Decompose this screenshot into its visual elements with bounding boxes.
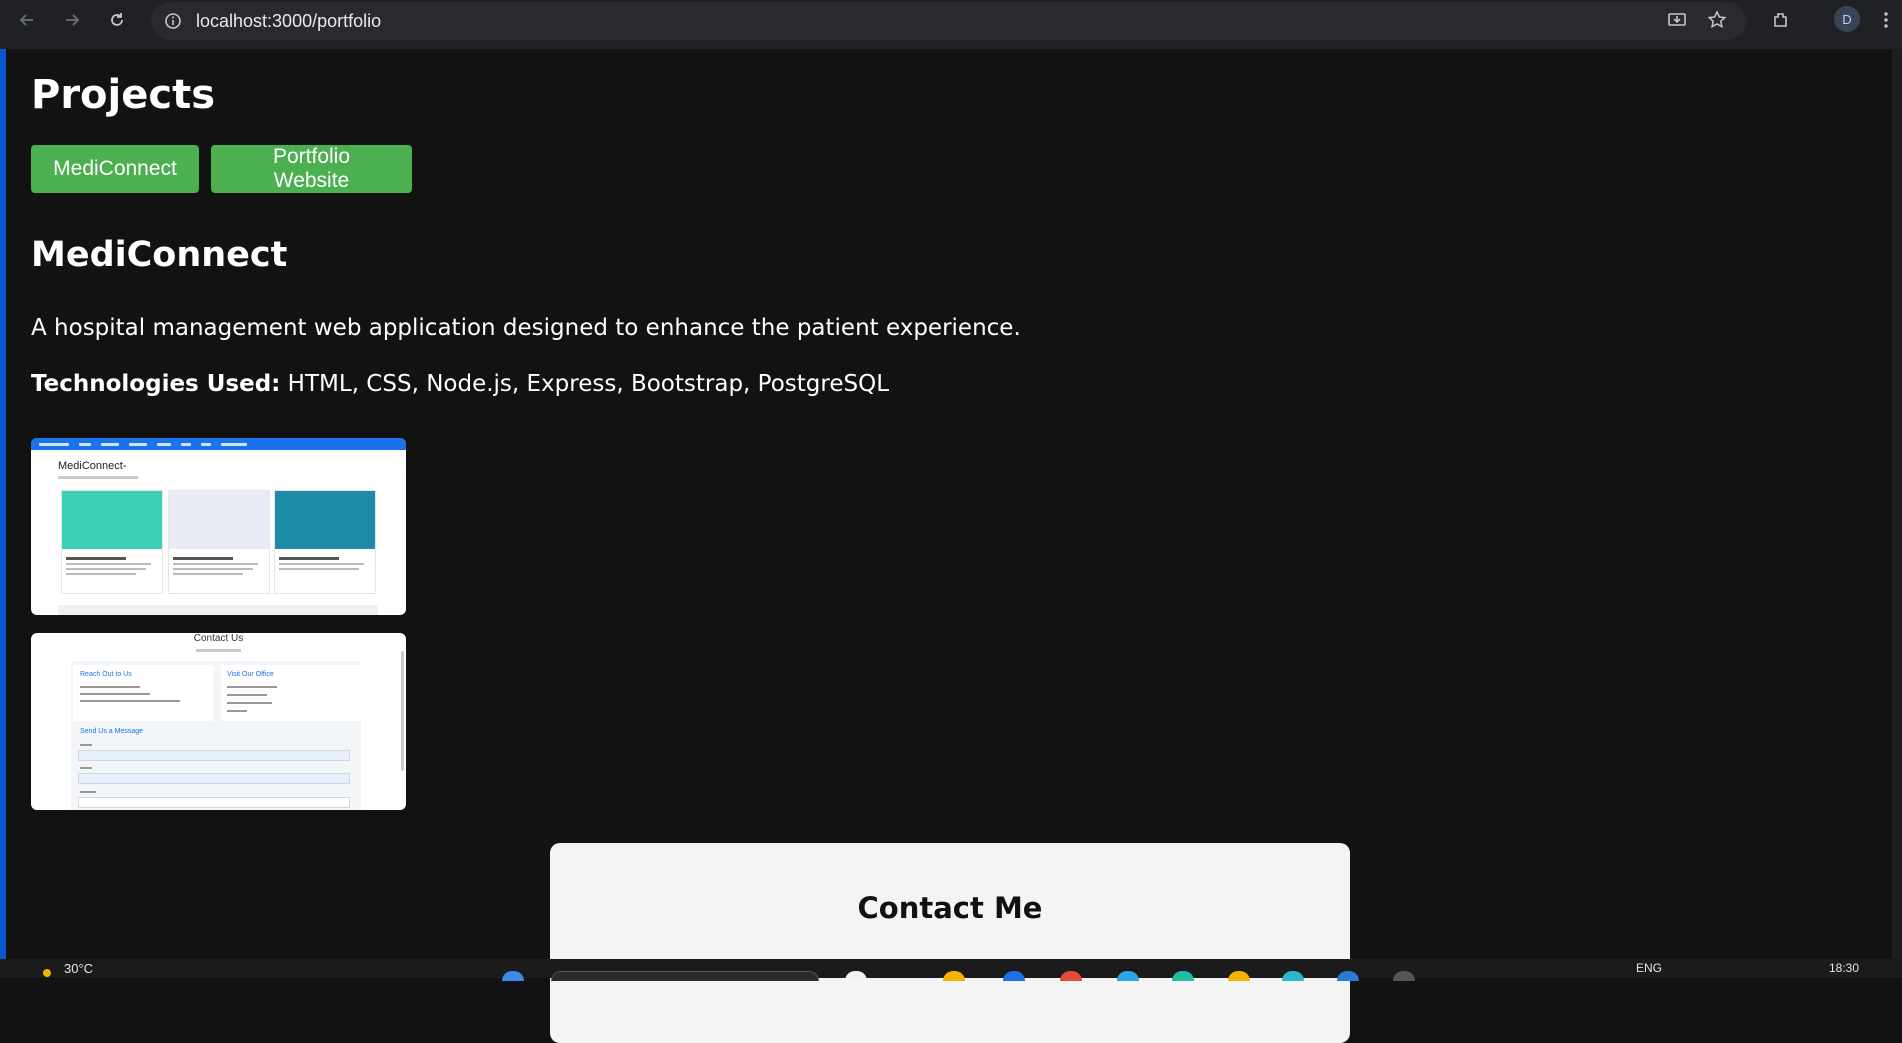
screenshot-office-heading: Visit Our Office (227, 671, 274, 678)
profile-avatar[interactable]: D (1834, 6, 1860, 32)
page-content: Projects MediConnect Portfolio Website M… (0, 49, 1902, 1043)
app-icon[interactable] (1003, 971, 1025, 981)
screenshot-footer (58, 605, 378, 615)
screenshot-card-scheduling (168, 490, 270, 594)
chrome-icon[interactable] (1228, 971, 1250, 981)
technologies-list: HTML, CSS, Node.js, Express, Bootstrap, … (280, 371, 890, 397)
screenshot-card-dashboard (61, 490, 163, 594)
app-icon[interactable] (1060, 971, 1082, 981)
screenshot-contact-subtitle (196, 649, 241, 652)
screenshot-reach-heading: Reach Out to Us (80, 671, 132, 678)
app-icon[interactable] (1393, 971, 1415, 981)
start-icon[interactable] (502, 971, 524, 981)
screenshot-subject-input (78, 797, 350, 808)
screenshot-subtitle (58, 476, 138, 479)
screenshot-title: MediConnect- (58, 460, 127, 472)
screenshot-navbar (31, 438, 406, 450)
project-screenshot-contact[interactable]: Contact Us Reach Out to Us Visit Our Off… (31, 633, 406, 810)
project-screenshot-home[interactable]: MediConnect- (31, 438, 406, 615)
app-icon[interactable] (1172, 971, 1194, 981)
screenshot-name-input (78, 750, 350, 761)
screenshot-card-portal (274, 490, 376, 594)
screenshot-email-input (78, 773, 350, 784)
site-info-icon[interactable] (164, 12, 182, 34)
file-explorer-icon[interactable] (845, 971, 867, 981)
page-scrollbar[interactable] (1892, 49, 1902, 959)
left-accent-bar (0, 49, 6, 959)
app-icon[interactable] (1282, 971, 1304, 981)
reload-icon[interactable] (104, 7, 130, 33)
forward-icon[interactable] (59, 7, 85, 33)
project-description: A hospital management web application de… (31, 315, 1021, 341)
project-technologies: Technologies Used: HTML, CSS, Node.js, E… (31, 371, 889, 397)
project-button-portfolio-website[interactable]: Portfolio Website (211, 145, 412, 193)
taskbar-temperature[interactable]: 30°C (64, 961, 93, 976)
project-title: MediConnect (31, 235, 288, 275)
folder-icon[interactable] (943, 971, 965, 981)
address-bar[interactable]: localhost:3000/portfolio (151, 2, 1746, 40)
browser-toolbar: localhost:3000/portfolio D (0, 0, 1902, 49)
star-icon[interactable] (1704, 7, 1730, 33)
contact-heading: Contact Me (857, 891, 1043, 925)
screenshot-scrollbar (401, 651, 404, 771)
os-taskbar: 30°C ENG 18:30 (0, 959, 1902, 981)
app-icon[interactable] (1117, 971, 1139, 981)
project-button-mediconnect[interactable]: MediConnect (31, 145, 199, 193)
vscode-icon[interactable] (1337, 971, 1359, 981)
url-text[interactable]: localhost:3000/portfolio (196, 11, 381, 32)
screenshot-contact-title: Contact Us (193, 633, 244, 644)
projects-heading: Projects (31, 72, 216, 118)
taskbar-search[interactable] (551, 971, 819, 981)
menu-icon[interactable] (1873, 7, 1899, 33)
technologies-label: Technologies Used: (31, 371, 281, 397)
screenshot-form-heading: Send Us a Message (80, 728, 144, 735)
extensions-icon[interactable] (1768, 7, 1794, 33)
back-icon[interactable] (14, 7, 40, 33)
taskbar-language[interactable]: ENG (1636, 961, 1662, 975)
install-icon[interactable] (1664, 7, 1690, 33)
weather-icon[interactable] (40, 965, 54, 984)
contact-card: Contact Me (550, 843, 1350, 1043)
taskbar-clock[interactable]: 18:30 (1829, 961, 1859, 975)
